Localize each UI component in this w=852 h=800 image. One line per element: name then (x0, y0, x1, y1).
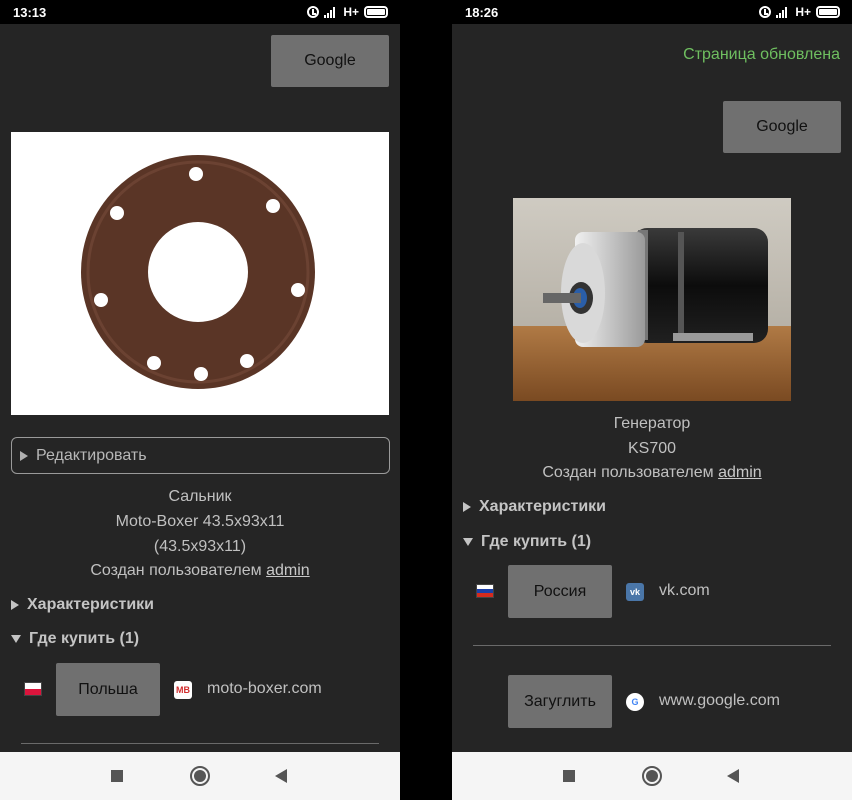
page-updated-notice: Страница обновлена (683, 46, 840, 63)
created-by: Создан пользователем admin (90, 562, 310, 579)
created-by-user-link[interactable]: admin (266, 562, 310, 579)
battery-icon (816, 6, 840, 18)
google-search-button[interactable]: Загуглить (508, 675, 612, 728)
google-button[interactable]: Google (271, 35, 389, 87)
network-type: H+ (795, 5, 811, 19)
russia-flag-icon (476, 584, 494, 598)
collapse-arrow-icon (463, 538, 473, 546)
expand-arrow-icon (20, 450, 28, 461)
edit-toggle[interactable]: Редактировать (11, 437, 390, 474)
created-by-user-link[interactable]: admin (718, 464, 762, 481)
divider (21, 743, 379, 744)
characteristics-toggle[interactable]: Характеристики (11, 596, 154, 614)
expand-arrow-icon (463, 502, 471, 512)
where-to-buy-toggle[interactable]: Где купить (1) (11, 630, 139, 648)
android-nav-bar (452, 752, 852, 800)
poland-flag-icon (24, 682, 42, 696)
signal-icon (776, 6, 790, 18)
status-time: 18:26 (465, 5, 499, 20)
google-button[interactable]: Google (723, 101, 841, 153)
product-model: KS700 (627, 440, 677, 457)
signal-icon (324, 6, 338, 18)
home-icon[interactable] (642, 766, 662, 786)
status-bar: 18:26 H+ (452, 0, 852, 24)
home-icon[interactable] (190, 766, 210, 786)
status-time: 13:13 (13, 5, 47, 20)
back-icon[interactable] (727, 769, 739, 783)
country-button-poland[interactable]: Польша (56, 663, 160, 716)
alarm-icon (307, 6, 320, 18)
left-phone-screen: 13:13 H+ Google Редактировать Сальник Mo… (0, 0, 400, 800)
product-image-seal (11, 132, 389, 415)
shop-site-link[interactable]: vk.com (659, 582, 710, 600)
divider (473, 645, 831, 646)
created-by: Создан пользователем admin (542, 464, 762, 481)
status-bar: 13:13 H+ (0, 0, 400, 24)
shop-site-link[interactable]: moto-boxer.com (207, 680, 322, 698)
seal-image (81, 155, 315, 389)
moto-boxer-site-icon: MB (174, 681, 192, 699)
collapse-arrow-icon (11, 635, 21, 643)
google-site-link[interactable]: www.google.com (659, 692, 780, 710)
country-button-russia[interactable]: Россия (508, 565, 612, 618)
generator-image (513, 198, 791, 401)
android-nav-bar (0, 752, 400, 800)
product-name: Сальник (168, 488, 232, 505)
product-size: (43.5x93x11) (153, 538, 247, 555)
vk-icon: vk (626, 583, 644, 601)
where-to-buy-toggle[interactable]: Где купить (1) (463, 533, 591, 551)
product-model: Moto-Boxer 43.5x93x11 (115, 513, 285, 530)
battery-icon (364, 6, 388, 18)
product-image-generator (513, 198, 791, 401)
product-name: Генератор (613, 415, 691, 432)
characteristics-toggle[interactable]: Характеристики (463, 498, 606, 516)
edit-label: Редактировать (36, 446, 147, 464)
right-phone-screen: 18:26 H+ Страница обновлена Google Генер… (452, 0, 852, 800)
back-icon[interactable] (275, 769, 287, 783)
google-icon: G (626, 693, 644, 711)
recent-apps-icon[interactable] (111, 770, 123, 782)
recent-apps-icon[interactable] (563, 770, 575, 782)
network-type: H+ (343, 5, 359, 19)
alarm-icon (759, 6, 772, 18)
expand-arrow-icon (11, 600, 19, 610)
